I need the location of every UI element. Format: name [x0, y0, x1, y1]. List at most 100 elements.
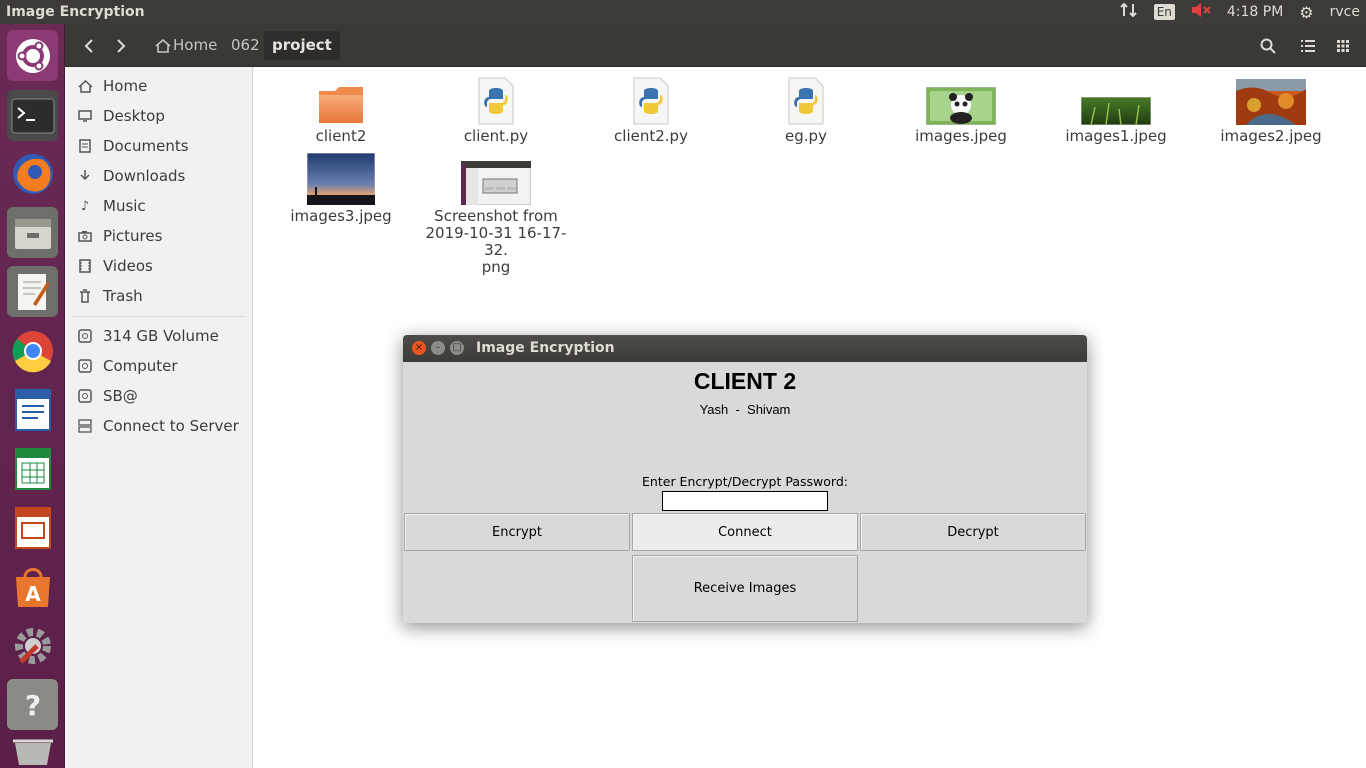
forward-button[interactable] [105, 31, 137, 60]
sidebar-item-label: Computer [103, 357, 178, 375]
file-name: images.jpeg [915, 127, 1007, 145]
calc-icon[interactable] [7, 443, 58, 494]
sunset-image-thumbnail [266, 153, 416, 205]
file-name: client.py [463, 127, 529, 145]
trash-icon[interactable] [7, 732, 58, 768]
file-item[interactable]: Screenshot from 2019-10-31 16-17-32. png [421, 153, 571, 276]
sidebar-item-desktop[interactable]: Desktop [65, 101, 253, 131]
minimize-window-button[interactable]: – [431, 341, 445, 355]
trash-icon [77, 288, 93, 304]
indicator-area: En 4:18 PM ⚙ rvce [1119, 0, 1360, 24]
file-name: Screenshot from 2019-10-31 16-17-32. png [421, 208, 571, 276]
music-note-icon: ♪ [80, 198, 90, 214]
sidebar-item-label: Downloads [103, 167, 186, 185]
file-name: images1.jpeg [1065, 127, 1167, 145]
file-name: images2.jpeg [1220, 127, 1322, 145]
network-server-icon [77, 418, 93, 434]
sidebar-item-sb[interactable]: SB@ [65, 381, 253, 411]
file-item[interactable]: images2.jpeg [1196, 75, 1346, 145]
settings-gear-icon[interactable]: ⚙ [1299, 3, 1313, 22]
sidebar-item-videos[interactable]: Videos [65, 251, 253, 281]
file-item[interactable]: client2 [266, 75, 416, 145]
network-icon[interactable] [1119, 2, 1138, 22]
sidebar-item-pictures[interactable]: Pictures [65, 221, 253, 251]
chrome-icon[interactable] [7, 325, 58, 376]
connect-button[interactable]: Connect [632, 513, 858, 551]
sidebar-item-computer[interactable]: Computer [65, 351, 253, 381]
sidebar-item-connect-to-server[interactable]: Connect to Server [65, 411, 253, 441]
sidebar-item-trash[interactable]: Trash [65, 281, 253, 311]
file-name-line: png [481, 258, 511, 276]
app-title: Image Encryption [6, 4, 145, 20]
ubuntu-dash-icon[interactable] [7, 30, 58, 81]
authors-label: Yash - Shivam [699, 402, 791, 417]
sidebar-item-label: Connect to Server [103, 417, 239, 435]
breadcrumb-062[interactable]: 062 [223, 31, 268, 60]
breadcrumb-home[interactable]: Home [147, 31, 225, 60]
sidebar-item-label: Music [103, 197, 146, 215]
sidebar-item-documents[interactable]: Documents [65, 131, 253, 161]
breadcrumb-home-label: Home [173, 36, 218, 54]
autumn-image-thumbnail [1196, 75, 1346, 125]
file-item[interactable]: eg.py [731, 75, 881, 145]
text-editor-icon[interactable] [7, 266, 58, 317]
encrypt-button[interactable]: Encrypt [404, 513, 630, 551]
sidebar-item-label: Pictures [103, 227, 163, 245]
sidebar-item-home[interactable]: Home [65, 71, 253, 101]
maximize-window-button[interactable]: □ [450, 341, 464, 355]
documents-icon [77, 138, 93, 154]
svg-text:?: ? [24, 689, 40, 722]
grid-view-icon[interactable] [1327, 31, 1359, 60]
file-item[interactable]: images1.jpeg [1041, 75, 1191, 145]
impress-icon[interactable] [7, 502, 58, 553]
top-panel: Image Encryption En 4:18 PM ⚙ rvce [0, 0, 1366, 24]
breadcrumb-project[interactable]: project [264, 31, 340, 60]
camera-icon [77, 228, 93, 244]
keyboard-layout-indicator[interactable]: En [1153, 4, 1175, 20]
svg-text:A: A [25, 582, 41, 606]
file-item[interactable]: client2.py [576, 75, 726, 145]
sidebar-item-label: Desktop [103, 107, 165, 125]
back-button[interactable] [73, 31, 105, 60]
clock[interactable]: 4:18 PM [1227, 4, 1283, 20]
volume-muted-icon[interactable] [1191, 2, 1211, 22]
file-item[interactable]: images.jpeg [886, 75, 1036, 145]
firefox-icon[interactable] [7, 148, 58, 199]
decrypt-button[interactable]: Decrypt [860, 513, 1086, 551]
file-item[interactable]: images3.jpeg [266, 153, 416, 225]
terminal-icon[interactable] [7, 90, 58, 141]
file-name-line: Screenshot from [434, 207, 558, 225]
launcher: A ? [0, 24, 65, 768]
sidebar-item-label: Documents [103, 137, 189, 155]
python-file-icon [731, 75, 881, 125]
download-icon [77, 168, 93, 184]
sidebar-item-volume[interactable]: 314 GB Volume [65, 321, 253, 351]
user-name[interactable]: rvce [1330, 4, 1360, 20]
file-name: client2.py [614, 127, 688, 145]
list-view-icon[interactable] [1292, 31, 1324, 60]
file-name: images3.jpeg [290, 207, 392, 225]
window-titlebar[interactable]: × – □ Image Encryption [403, 335, 1087, 362]
client-heading: CLIENT 2 [693, 368, 797, 394]
file-item[interactable]: client.py [421, 75, 571, 145]
file-name: eg.py [785, 127, 827, 145]
software-center-icon[interactable]: A [7, 561, 58, 612]
desktop-icon [77, 108, 93, 124]
file-manager-toolbar: Home 062 project [65, 24, 1366, 67]
drive-icon [77, 328, 93, 344]
system-settings-icon[interactable] [7, 620, 58, 671]
file-name: client2 [315, 127, 367, 145]
password-input[interactable] [662, 491, 828, 511]
file-name-line: 2019-10-31 16-17-32. [425, 224, 567, 259]
help-icon[interactable]: ? [7, 679, 58, 730]
writer-icon[interactable] [7, 384, 58, 435]
search-icon[interactable] [1252, 31, 1284, 60]
sidebar-item-downloads[interactable]: Downloads [65, 161, 253, 191]
film-icon [77, 258, 93, 274]
files-icon[interactable] [7, 207, 58, 258]
folder-icon [266, 75, 416, 125]
sidebar-item-music[interactable]: ♪ Music [65, 191, 253, 221]
close-window-button[interactable]: × [412, 341, 426, 355]
receive-images-button[interactable]: Receive Images [632, 555, 858, 622]
image-encryption-window: × – □ Image Encryption CLIENT 2 Yash - S… [403, 335, 1087, 623]
